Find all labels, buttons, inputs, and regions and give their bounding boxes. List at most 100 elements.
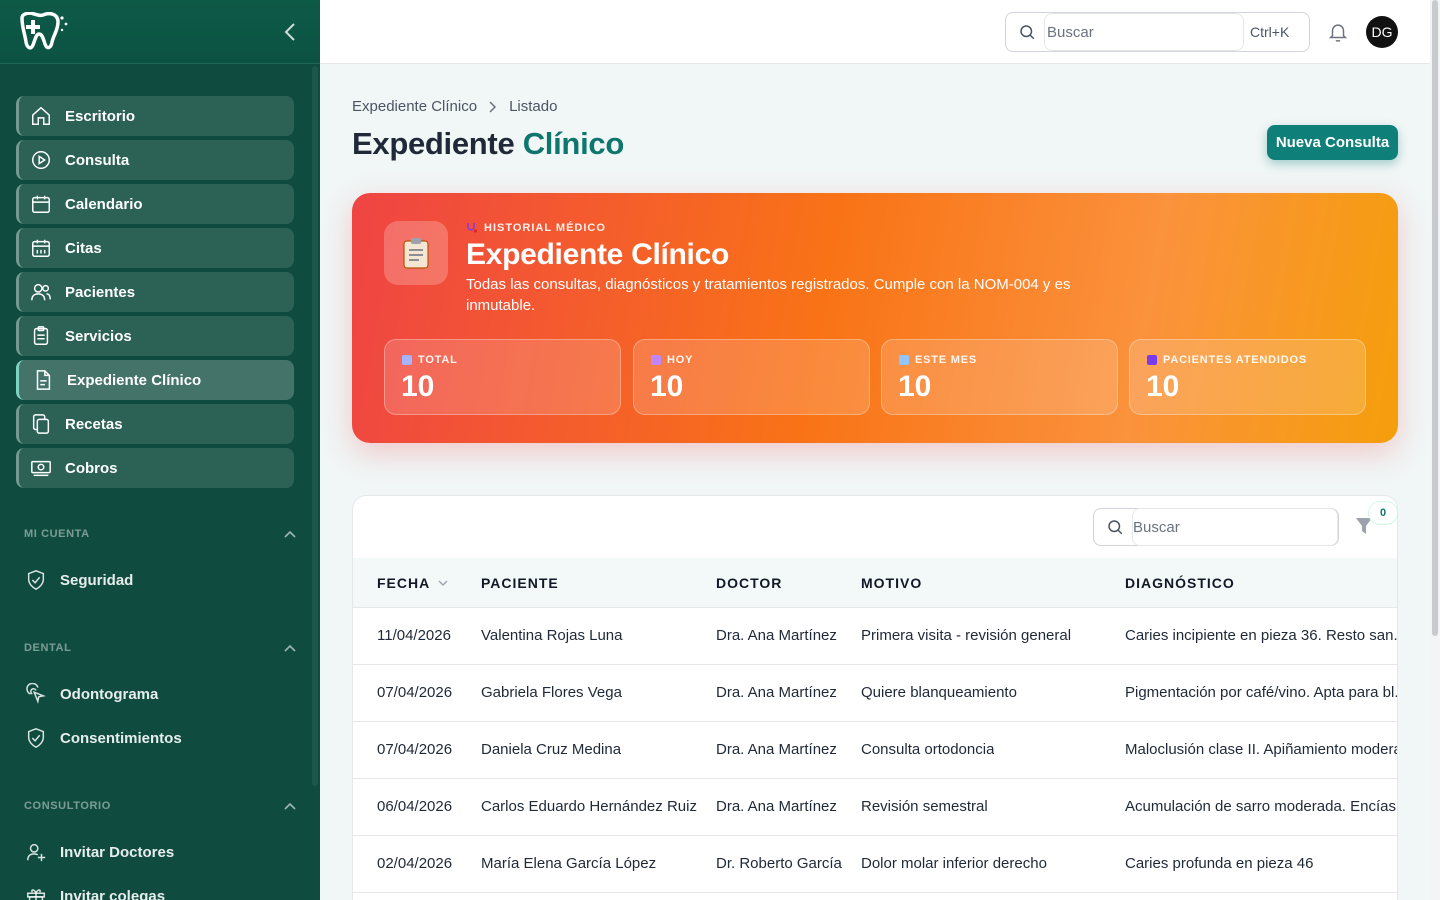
nav-item-expediente-clinico[interactable]: Expediente Clínico <box>16 360 294 400</box>
breadcrumb-parent-link[interactable]: Expediente Clínico <box>352 98 477 115</box>
cell-doctor: Dra. Ana Martínez <box>716 798 837 815</box>
collapse-sidebar-button[interactable] <box>276 18 304 46</box>
column-header-motivo[interactable]: MOTIVO <box>861 575 922 591</box>
sidebar-item-label: Invitar Doctores <box>60 843 175 861</box>
sidebar-item-label: Seguridad <box>60 571 134 589</box>
cash-icon <box>29 456 53 480</box>
sidebar-scrollbar[interactable] <box>312 66 318 786</box>
cell-fecha: 07/04/2026 <box>377 684 453 701</box>
stat-label: TOTAL <box>418 354 458 366</box>
bell-icon <box>1328 24 1348 42</box>
stat-value: 10 <box>1146 370 1180 403</box>
breadcrumb-current: Listado <box>509 98 558 115</box>
section-header[interactable]: DENTAL <box>0 638 320 658</box>
search-input[interactable] <box>1044 13 1244 51</box>
cell-fecha: 11/04/2026 <box>377 627 451 644</box>
stat-label: ESTE MES <box>915 354 978 366</box>
table-row[interactable]: 07/04/2026 Gabriela Flores Vega Dra. Ana… <box>353 665 1398 722</box>
section-title: DENTAL <box>24 642 72 654</box>
home-icon <box>29 104 53 128</box>
nav-item-escritorio[interactable]: Escritorio <box>16 96 294 136</box>
stat-card-este-mes: ESTE MES 10 <box>881 339 1118 415</box>
chevron-left-icon <box>284 22 295 41</box>
hero-kicker: HISTORIAL MÉDICO <box>466 222 606 234</box>
clipboard-icon <box>384 221 448 285</box>
nav-item-recetas[interactable]: Recetas <box>16 404 294 444</box>
nav-item-label: Escritorio <box>65 107 136 125</box>
table-row[interactable]: 11/04/2026 Valentina Rojas Luna Dra. Ana… <box>353 608 1397 665</box>
shield-check-icon <box>24 726 48 750</box>
section-title: MI CUENTA <box>24 528 90 540</box>
stat-label: HOY <box>667 354 694 366</box>
column-header-diagnostico[interactable]: DIAGNÓSTICO <box>1125 575 1235 591</box>
copy-icon <box>29 412 53 436</box>
cell-doctor: Dra. Ana Martínez <box>716 684 837 701</box>
cell-paciente: Carlos Eduardo Hernández Ruiz <box>481 798 697 815</box>
topbar: Ctrl+K DG <box>320 0 1430 64</box>
column-header-fecha[interactable]: FECHA <box>377 575 448 591</box>
nav-item-label: Pacientes <box>65 283 136 301</box>
nav-item-pacientes[interactable]: Pacientes <box>16 272 294 312</box>
nav-item-cobros[interactable]: Cobros <box>16 448 294 488</box>
cell-paciente: María Elena García López <box>481 855 657 872</box>
page-scrollbar[interactable] <box>1430 0 1440 900</box>
stat-value: 10 <box>650 370 684 403</box>
nav-item-citas[interactable]: Citas <box>16 228 294 268</box>
chevron-up-icon <box>284 530 296 538</box>
user-plus-icon <box>24 840 48 864</box>
new-consultation-button[interactable]: Nueva Consulta <box>1267 125 1398 160</box>
shield-check-icon <box>24 568 48 592</box>
cell-doctor: Dra. Ana Martínez <box>716 741 837 758</box>
column-header-doctor[interactable]: DOCTOR <box>716 575 782 591</box>
table-search-input[interactable] <box>1132 508 1338 546</box>
column-header-paciente[interactable]: PACIENTE <box>481 575 559 591</box>
section-header[interactable]: CONSULTORIO <box>0 796 320 816</box>
notifications-button[interactable] <box>1327 20 1349 44</box>
tooth-logo-icon[interactable] <box>16 10 74 54</box>
records-table-card: 0 FECHA PACIENTE DOCTOR MOTIVO DIAGNÓSTI… <box>352 495 1398 900</box>
sidebar-item-label: Consentimientos <box>60 729 182 747</box>
cell-motivo: Dolor molar inferior derecho <box>861 855 1047 872</box>
nav-item-calendario[interactable]: Calendario <box>16 184 294 224</box>
cell-diagnostico: Pigmentación por café/vino. Apta para bl… <box>1125 684 1398 701</box>
cell-diagnostico: Caries profunda en pieza 46 <box>1125 855 1314 872</box>
filter-count-badge: 0 <box>1368 501 1397 525</box>
nav-item-servicios[interactable]: Servicios <box>16 316 294 356</box>
cell-paciente: Gabriela Flores Vega <box>481 684 622 701</box>
breadcrumb: Expediente Clínico Listado <box>352 98 557 115</box>
nav-item-label: Recetas <box>65 415 123 433</box>
hero-banner: HISTORIAL MÉDICO Expediente Clínico Toda… <box>352 193 1398 443</box>
nav-item-label: Citas <box>65 239 102 257</box>
avatar[interactable]: DG <box>1366 16 1398 48</box>
sidebar-item-invitar-colegas[interactable]: Invitar colegas <box>0 874 320 900</box>
sidebar-item-invitar-doctores[interactable]: Invitar Doctores <box>0 830 320 874</box>
section-mi-cuenta: MI CUENTA Seguridad <box>0 524 320 602</box>
table-search[interactable] <box>1093 508 1339 546</box>
stat-card-pacientes-atendidos: PACIENTES ATENDIDOS 10 <box>1129 339 1366 415</box>
sidebar-item-consentimientos[interactable]: Consentimientos <box>0 716 320 760</box>
cell-fecha: 02/04/2026 <box>377 855 453 872</box>
stat-card-total: TOTAL 10 <box>384 339 621 415</box>
page-title-part1: Expediente <box>352 126 515 161</box>
table-row[interactable]: 07/04/2026 Daniela Cruz Medina Dra. Ana … <box>353 722 1398 779</box>
nav-item-label: Cobros <box>65 459 118 477</box>
cell-doctor: Dra. Ana Martínez <box>716 627 837 644</box>
calendar-grid-icon <box>29 236 53 260</box>
global-search[interactable]: Ctrl+K <box>1005 12 1310 52</box>
section-dental: DENTAL Odontograma Consentimientos <box>0 638 320 760</box>
cell-diagnostico: Maloclusión clase II. Apiñamiento modera… <box>1125 741 1398 758</box>
stat-card-hoy: HOY 10 <box>633 339 870 415</box>
sidebar-item-odontograma[interactable]: Odontograma <box>0 672 320 716</box>
nav-item-label: Expediente Clínico <box>67 371 202 389</box>
sidebar-item-seguridad[interactable]: Seguridad <box>0 558 320 602</box>
search-icon <box>1108 520 1123 535</box>
table-row[interactable]: 02/04/2026 María Elena García López Dr. … <box>353 836 1397 893</box>
stethoscope-icon <box>467 223 478 233</box>
search-icon <box>1020 25 1035 40</box>
document-stack-icon <box>402 355 412 365</box>
nav-item-consulta[interactable]: Consulta <box>16 140 294 180</box>
table-row[interactable]: 06/04/2026 Carlos Eduardo Hernández Ruiz… <box>353 779 1397 836</box>
nav-item-label: Calendario <box>65 195 143 213</box>
section-header[interactable]: MI CUENTA <box>0 524 320 544</box>
section-consultorio: CONSULTORIO Invitar Doctores Invitar col… <box>0 796 320 900</box>
